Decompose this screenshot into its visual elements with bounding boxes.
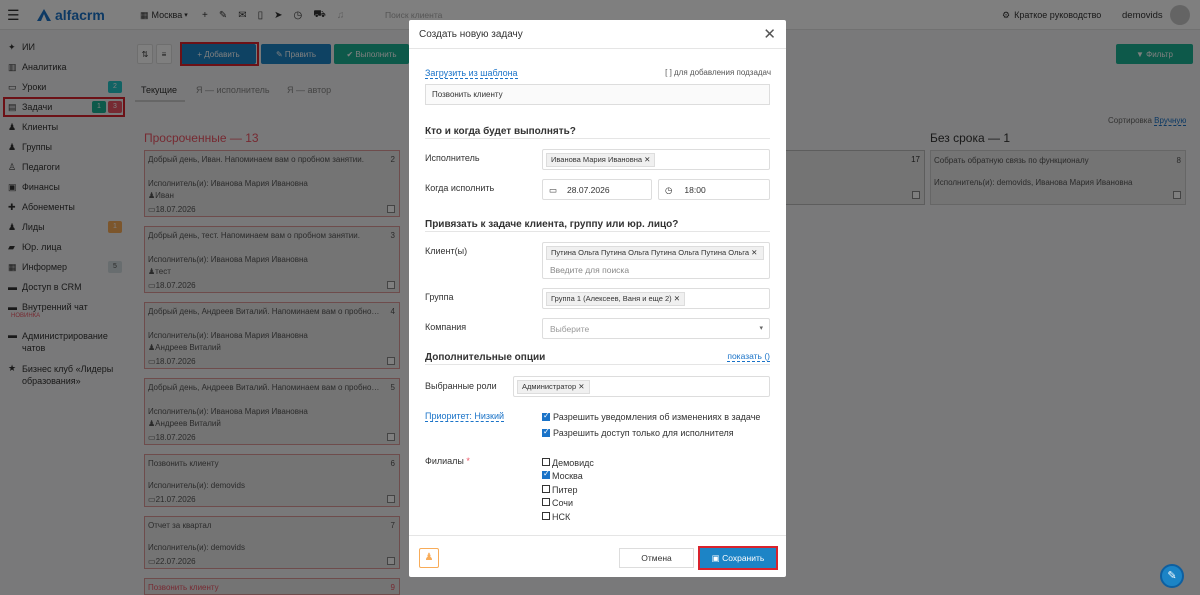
- remove-tag-icon[interactable]: ✕: [751, 248, 757, 257]
- task-text-input[interactable]: Позвонить клиенту: [425, 84, 770, 105]
- notify-checkbox[interactable]: [542, 411, 550, 421]
- client-tag: Путина Ольга Путина Ольга Путина Ольга П…: [546, 246, 764, 260]
- remove-tag-icon[interactable]: ✕: [674, 294, 680, 303]
- branch-label: Сочи: [552, 498, 574, 508]
- priority-link[interactable]: Приоритет: Низкий: [425, 411, 505, 422]
- branch-checkbox[interactable]: [542, 485, 550, 493]
- cancel-button[interactable]: Отмена: [619, 548, 694, 568]
- executor-tag: Иванова Мария Ивановна ✕: [546, 153, 656, 167]
- subtask-hint: [ ] для добавления подзадач: [665, 68, 771, 77]
- section-link: Привязать к задаче клиента, группу или ю…: [425, 219, 679, 230]
- remove-tag-icon[interactable]: ✕: [578, 382, 584, 391]
- group-label: Группа: [425, 292, 454, 302]
- save-highlight: [698, 546, 778, 570]
- group-field[interactable]: Группа 1 (Алексеев, Ваня и еще 2) ✕: [542, 288, 770, 309]
- section-extra: Дополнительные опции: [425, 352, 546, 363]
- role-tag: Администратор ✕: [517, 380, 590, 394]
- executor-label: Исполнитель: [425, 153, 480, 163]
- branch-label: Питер: [552, 485, 578, 495]
- client-search-placeholder: Введите для поиска: [550, 265, 630, 275]
- company-select[interactable]: Выберите ▾: [542, 318, 770, 339]
- section-who-when: Кто и когда будет выполнять?: [425, 126, 576, 137]
- divider: [409, 535, 786, 536]
- close-icon[interactable]: ✕: [763, 25, 776, 43]
- branches-label: Филиалы *: [425, 456, 470, 466]
- executor-field[interactable]: Иванова Мария Ивановна ✕: [542, 149, 770, 170]
- divider: [425, 231, 770, 232]
- modal-title: Создать новую задачу: [419, 29, 523, 40]
- group-tag: Группа 1 (Алексеев, Ваня и еще 2) ✕: [546, 292, 686, 306]
- time-field[interactable]: ◷ 18:00: [658, 179, 770, 200]
- branch-label: Демовидс: [552, 458, 594, 468]
- notify-label: Разрешить уведомления об изменениях в за…: [553, 412, 761, 422]
- date-field[interactable]: ▭ 28.07.2026: [542, 179, 652, 200]
- template-user-icon[interactable]: ♟: [419, 548, 439, 568]
- roles-field[interactable]: Администратор ✕: [513, 376, 770, 397]
- clock-icon: ◷: [665, 185, 673, 195]
- chat-widget-icon[interactable]: ✎: [1160, 564, 1184, 588]
- branch-checkbox[interactable]: [542, 469, 550, 479]
- divider: [409, 48, 786, 49]
- executor-only-label: Разрешить доступ только для исполнителя: [553, 428, 734, 438]
- show-options-link[interactable]: показать (): [727, 351, 770, 362]
- create-task-modal: Создать новую задачу ✕ Загрузить из шабл…: [409, 20, 786, 577]
- divider: [425, 138, 770, 139]
- branch-checkbox[interactable]: [542, 458, 550, 466]
- branch-label: НСК: [552, 512, 571, 522]
- clients-field[interactable]: Путина Ольга Путина Ольга Путина Ольга П…: [542, 242, 770, 279]
- company-label: Компания: [425, 322, 467, 332]
- load-template-link[interactable]: Загрузить из шаблона: [425, 68, 518, 79]
- executor-only-checkbox[interactable]: [542, 427, 550, 437]
- calendar-icon: ▭: [549, 185, 558, 195]
- branch-checkbox[interactable]: [542, 512, 550, 520]
- chevron-down-icon: ▾: [759, 325, 763, 332]
- roles-label: Выбранные роли: [425, 381, 497, 391]
- remove-tag-icon[interactable]: ✕: [644, 155, 650, 164]
- branch-label: Москва: [552, 471, 583, 481]
- clients-label: Клиент(ы): [425, 246, 468, 256]
- divider: [425, 364, 770, 365]
- branch-checkbox[interactable]: [542, 498, 550, 506]
- when-label: Когда исполнить: [425, 183, 495, 193]
